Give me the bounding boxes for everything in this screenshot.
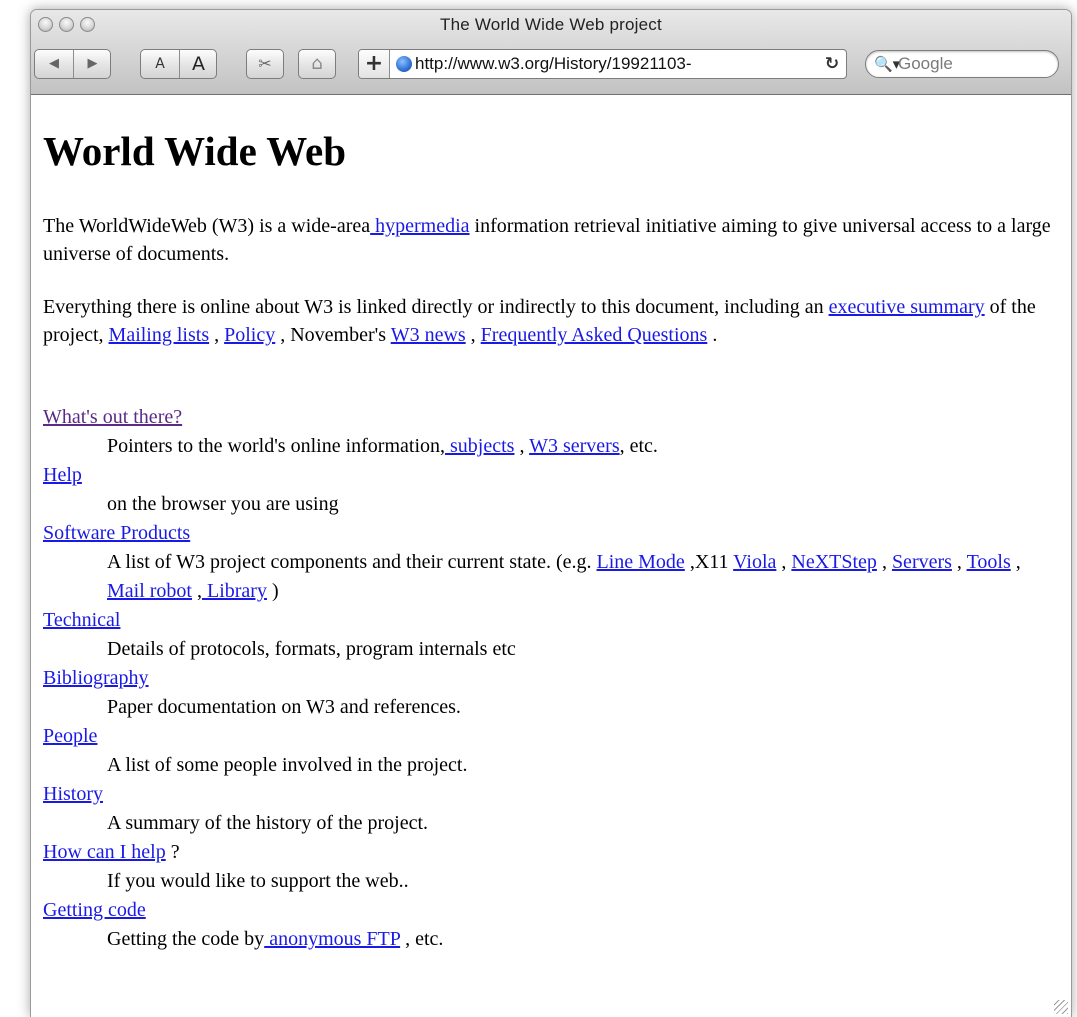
window-title: The World Wide Web project <box>440 15 662 34</box>
reload-icon: ↻ <box>824 54 840 74</box>
url-field[interactable]: http://www.w3.org/History/19921103- <box>415 50 765 78</box>
w3-servers-link[interactable]: W3 servers <box>529 435 620 457</box>
reload-button[interactable]: ↻ <box>821 50 843 78</box>
viola-link[interactable]: Viola <box>733 551 776 573</box>
text-bigger-button[interactable]: A <box>180 50 217 78</box>
description-text: , <box>876 551 892 573</box>
list-term: People <box>43 722 1063 751</box>
w3-news-link[interactable]: W3 news <box>391 324 466 346</box>
list-description: Paper documentation on W3 and references… <box>107 696 461 718</box>
overview-text: , November's <box>275 324 391 346</box>
subjects-link[interactable]: subjects <box>445 435 514 457</box>
description-text: , <box>514 435 530 457</box>
whats-out-there-link[interactable]: What's out there? <box>43 406 182 428</box>
mail-robot-link[interactable]: Mail robot <box>107 580 192 602</box>
description-text: ,X11 <box>684 551 734 573</box>
web-clip-button[interactable]: ✂ <box>246 49 284 79</box>
description-text: Getting the code by <box>107 928 265 950</box>
back-button[interactable]: ◀ <box>35 50 73 78</box>
home-icon: ⌂ <box>311 53 323 74</box>
how-can-i-help-link[interactable]: How can I help <box>43 841 166 863</box>
resize-grip-icon[interactable] <box>1054 1000 1068 1014</box>
list-description: A list of W3 project components and thei… <box>107 548 1063 606</box>
line-mode-link[interactable]: Line Mode <box>597 551 685 573</box>
history-link[interactable]: History <box>43 783 103 805</box>
term-suffix: ? <box>165 841 180 863</box>
description-text: A list of W3 project components and thei… <box>107 551 597 573</box>
technical-link[interactable]: Technical <box>43 609 120 631</box>
list-description: If you would like to support the web.. <box>107 870 409 892</box>
tools-link[interactable]: Tools <box>967 551 1011 573</box>
scissors-icon: ✂ <box>258 54 272 73</box>
page-content: World Wide Web The WorldWideWeb (W3) is … <box>31 95 1071 1017</box>
overview-text: , <box>465 324 481 346</box>
globe-icon <box>396 56 412 72</box>
text-smaller-button[interactable]: A <box>141 50 179 78</box>
overview-text: . <box>707 324 718 346</box>
home-button[interactable]: ⌂ <box>298 49 336 79</box>
overview-paragraph: Everything there is online about W3 is l… <box>43 293 1063 349</box>
add-bookmark-button[interactable]: + <box>359 50 390 78</box>
browser-window: The World Wide Web project ◀ ▶ A A ✂ ⌂ +… <box>30 9 1072 1017</box>
list-term: Software Products <box>43 519 1063 548</box>
nextstep-link[interactable]: NeXTStep <box>791 551 877 573</box>
policy-link[interactable]: Policy <box>224 324 275 346</box>
list-description: Details of protocols, formats, program i… <box>107 638 516 660</box>
description-text: , etc. <box>619 435 658 457</box>
description-text: ) <box>266 580 279 602</box>
overview-text: Everything there is online about W3 is l… <box>43 296 829 318</box>
anonymous-ftp-link[interactable]: anonymous FTP <box>264 928 400 950</box>
list-term: History <box>43 780 1063 809</box>
forward-button[interactable]: ▶ <box>74 50 111 78</box>
search-field[interactable]: 🔍▾ <box>865 50 1059 78</box>
description-text: , etc. <box>400 928 444 950</box>
list-term: Help <box>43 461 1063 490</box>
executive-summary-link[interactable]: executive summary <box>829 296 985 318</box>
bibliography-link[interactable]: Bibliography <box>43 667 149 689</box>
browser-toolbar: The World Wide Web project ◀ ▶ A A ✂ ⌂ +… <box>31 10 1071 95</box>
overview-text: , <box>209 324 225 346</box>
hypermedia-link[interactable]: hypermedia <box>370 215 469 237</box>
list-term: Bibliography <box>43 664 1063 693</box>
text-size-control: A A <box>140 49 217 79</box>
page-heading: World Wide Web <box>43 128 347 174</box>
description-text: , <box>776 551 792 573</box>
list-description: on the browser you are using <box>107 493 339 515</box>
list-term: How can I help ? <box>43 838 1063 867</box>
mailing-lists-link[interactable]: Mailing lists <box>109 324 210 346</box>
servers-link[interactable]: Servers <box>892 551 952 573</box>
list-description: A summary of the history of the project. <box>107 812 429 834</box>
people-link[interactable]: People <box>43 725 97 747</box>
list-term: Getting code <box>43 896 1063 925</box>
getting-code-link[interactable]: Getting code <box>43 899 146 921</box>
intro-text: The WorldWideWeb (W3) is a wide-area <box>43 215 371 237</box>
software-products-link[interactable]: Software Products <box>43 522 190 544</box>
search-input[interactable] <box>898 52 1048 76</box>
description-text: Pointers to the world's online informati… <box>107 435 446 457</box>
help-link[interactable]: Help <box>43 464 82 486</box>
list-description: Getting the code by anonymous FTP , etc. <box>107 925 1063 954</box>
description-text: , <box>1010 551 1021 573</box>
list-description: A list of some people involved in the pr… <box>107 754 468 776</box>
description-text: , <box>951 551 967 573</box>
list-term: Technical <box>43 606 1063 635</box>
description-text: , <box>192 580 202 602</box>
topic-list: What's out there? Pointers to the world'… <box>43 403 1063 954</box>
faq-link[interactable]: Frequently Asked Questions <box>481 324 708 346</box>
address-bar[interactable]: + http://www.w3.org/History/19921103- ↻ <box>358 49 847 79</box>
intro-paragraph: The WorldWideWeb (W3) is a wide-area hyp… <box>43 212 1063 268</box>
forward-arrow-icon: ▶ <box>87 56 98 71</box>
library-link[interactable]: Library <box>202 580 267 602</box>
search-icon: 🔍▾ <box>874 55 901 73</box>
list-description: Pointers to the world's online informati… <box>107 432 1063 461</box>
back-forward-control: ◀ ▶ <box>34 49 111 79</box>
list-term: What's out there? <box>43 403 1063 432</box>
back-arrow-icon: ◀ <box>49 56 59 71</box>
